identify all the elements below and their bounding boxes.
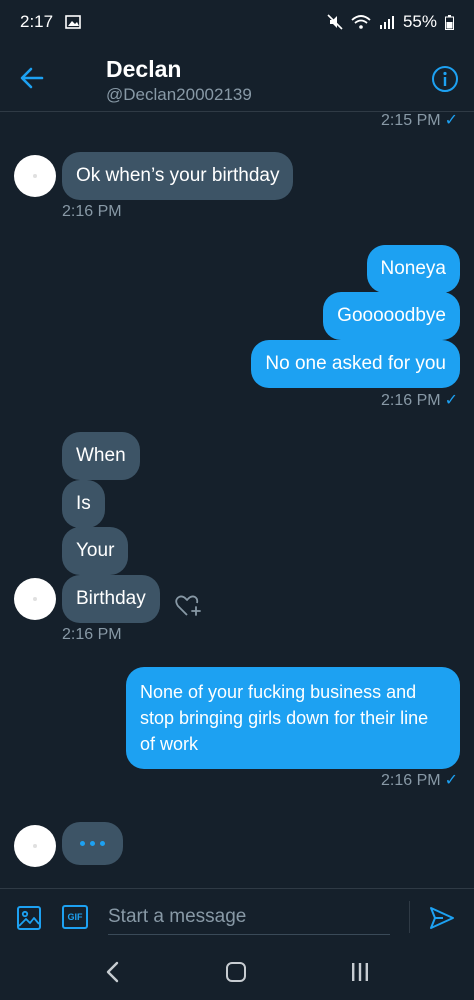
sent-check-icon: ✓ (444, 112, 458, 129)
nav-back-icon[interactable] (104, 961, 122, 983)
message-timestamp: 2:16 PM ✓ (381, 772, 458, 789)
system-nav-bar (0, 944, 474, 1000)
message-composer: GIF (0, 888, 474, 944)
received-message[interactable]: Your (62, 527, 129, 575)
image-icon[interactable] (16, 905, 42, 931)
message-timestamp: 2:15 PM ✓ (381, 112, 458, 129)
received-message[interactable]: Birthday (62, 575, 160, 623)
sent-check-icon: ✓ (444, 772, 458, 789)
back-arrow-icon[interactable] (18, 64, 46, 92)
typing-dot (100, 841, 105, 846)
message-timestamp: 2:16 PM (62, 203, 122, 220)
gallery-notification-icon (65, 15, 81, 29)
avatar[interactable] (14, 578, 56, 620)
avatar[interactable] (14, 155, 56, 197)
nav-recent-apps-icon[interactable] (350, 962, 370, 982)
conversation-header: Declan @Declan20002139 (0, 44, 474, 112)
received-message[interactable]: Is (62, 480, 105, 528)
info-icon[interactable] (431, 65, 459, 93)
battery-percent: 55% (402, 12, 437, 31)
signal-icon (379, 16, 394, 29)
received-message[interactable]: When (62, 432, 140, 480)
send-icon[interactable] (429, 905, 455, 931)
avatar[interactable] (14, 825, 56, 867)
typing-indicator (62, 822, 123, 865)
heart-add-icon[interactable] (175, 594, 203, 618)
gif-button[interactable]: GIF (62, 905, 88, 929)
typing-dot (80, 841, 85, 846)
battery-icon (445, 14, 454, 30)
composer-divider (409, 901, 410, 933)
conversation-handle[interactable]: @Declan20002139 (106, 85, 252, 105)
sent-message[interactable]: None of your fucking business and stop b… (126, 667, 460, 769)
sent-message[interactable]: No one asked for you (251, 340, 460, 388)
nav-home-icon[interactable] (226, 962, 246, 982)
wifi-icon (351, 15, 371, 29)
sent-message[interactable]: Gooooodbye (323, 292, 460, 340)
typing-dot (90, 841, 95, 846)
mute-icon (327, 14, 343, 30)
sent-check-icon: ✓ (444, 392, 458, 409)
status-bar: 2:17 55% (0, 0, 474, 44)
status-time: 2:17 (20, 12, 54, 31)
conversation-name[interactable]: Declan (106, 56, 181, 83)
message-timestamp: 2:16 PM ✓ (381, 392, 458, 409)
sent-message[interactable]: Noneya (366, 245, 460, 293)
message-timestamp: 2:16 PM (62, 626, 122, 643)
message-input[interactable] (108, 899, 390, 935)
received-message[interactable]: Ok when’s your birthday (62, 152, 294, 200)
